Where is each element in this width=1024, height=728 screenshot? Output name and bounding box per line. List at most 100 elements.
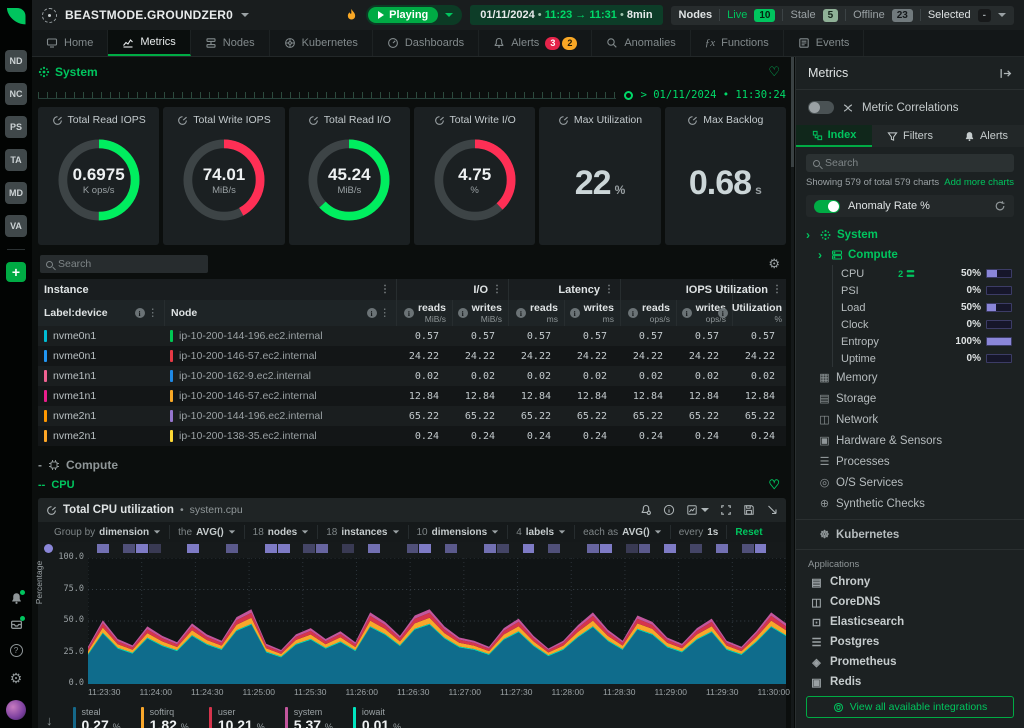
chevron-down-icon[interactable]: [445, 13, 453, 17]
time-range-picker[interactable]: 01/11/2024 • 11:23 → 11:31 • 8min: [470, 5, 662, 25]
offline-count-badge[interactable]: 23: [892, 9, 913, 22]
toolbar-chip[interactable]: 4 labels: [508, 525, 575, 539]
column-menu-icon[interactable]: ⋮: [492, 284, 502, 295]
tree-section-item[interactable]: ◫ Network: [796, 409, 1024, 430]
tree-metric-item[interactable]: Entropy 100%: [833, 333, 1024, 350]
inbox-icon[interactable]: [10, 618, 23, 631]
tree-section-item[interactable]: ▤ Storage: [796, 388, 1024, 409]
table-search-input[interactable]: [58, 258, 202, 270]
tree-section-item[interactable]: ▣ Hardware & Sensors: [796, 430, 1024, 451]
chevron-down-icon[interactable]: [154, 530, 160, 533]
device-cell[interactable]: nvme0n1: [38, 330, 164, 342]
tree-metric-item[interactable]: Load 50%: [833, 299, 1024, 316]
sidebar-search[interactable]: [806, 154, 1014, 172]
tab-alerts[interactable]: Alerts 3 2: [479, 30, 592, 56]
device-cell[interactable]: nvme2n1: [38, 430, 164, 442]
scrollbar-thumb[interactable]: [791, 57, 794, 167]
netdata-logo[interactable]: [4, 4, 28, 28]
anomaly-ribbon[interactable]: [38, 542, 786, 555]
table-row[interactable]: nvme1n1 ip-10-200-146-57.ec2.internal 12…: [38, 386, 786, 406]
info-icon[interactable]: i: [135, 308, 145, 318]
table-row[interactable]: nvme0n1 ip-10-200-146-57.ec2.internal 24…: [38, 346, 786, 366]
toolbar-chip[interactable]: every 1s: [671, 525, 728, 539]
legend-item[interactable]: iowait 0.01 %: [353, 707, 401, 728]
metric-column-header[interactable]: i writesMiB/s: [452, 300, 508, 326]
playback-control[interactable]: Playing: [366, 5, 462, 25]
tree-item-kubernetes[interactable]: ☸ Kubernetes: [796, 525, 1024, 544]
space-button[interactable]: NC: [5, 83, 27, 105]
legend-item[interactable]: user 10.21 %: [209, 707, 265, 728]
column-menu-icon[interactable]: ⋮: [380, 284, 390, 295]
toolbar-chip[interactable]: the AVG(): [170, 525, 245, 539]
chart-alert-bell-icon[interactable]: [640, 504, 652, 516]
system-section-title[interactable]: System: [38, 65, 98, 79]
chevron-down-icon[interactable]: [302, 530, 308, 533]
chevron-down-icon[interactable]: [228, 530, 234, 533]
anomaly-rate-toggle[interactable]: [814, 200, 840, 213]
chevron-down-icon[interactable]: [241, 13, 249, 17]
chevron-down-icon[interactable]: [492, 530, 498, 533]
help-icon[interactable]: ?: [10, 644, 23, 657]
tree-item-compute[interactable]: › Compute: [796, 245, 1024, 265]
flame-icon[interactable]: [345, 8, 358, 22]
metric-column-header[interactable]: i readsMiB/s: [396, 300, 452, 326]
space-button[interactable]: PS: [5, 116, 27, 138]
column-menu-icon[interactable]: ⋮: [380, 307, 391, 319]
view-integrations-button[interactable]: View all available integrations: [806, 696, 1014, 718]
settings-gear-icon[interactable]: ⚙: [10, 670, 23, 687]
toolbar-chip[interactable]: each as AVG(): [575, 525, 671, 539]
critical-alerts-badge[interactable]: 3: [545, 37, 560, 50]
device-cell[interactable]: nvme0n1: [38, 350, 164, 362]
correlations-toggle[interactable]: [808, 101, 834, 114]
tab-events[interactable]: Events: [784, 30, 865, 56]
collapse-sidebar-icon[interactable]: [999, 67, 1012, 80]
tab-nodes[interactable]: Nodes: [191, 30, 270, 56]
info-icon[interactable]: i: [570, 308, 580, 318]
col-node[interactable]: Node i⋮: [164, 300, 396, 326]
gauge-card[interactable]: Total Write I/O 4.75 %: [414, 107, 535, 245]
legend-item[interactable]: softirq 1.82 %: [141, 707, 189, 728]
info-icon[interactable]: i: [682, 308, 692, 318]
table-row[interactable]: nvme2n1 ip-10-200-144-196.ec2.internal 6…: [38, 406, 786, 426]
gauge-card[interactable]: Total Read IOPS 0.6975 K ops/s: [38, 107, 159, 245]
refresh-icon[interactable]: [994, 200, 1006, 212]
chart-info-icon[interactable]: [663, 504, 675, 516]
space-name[interactable]: BEASTMODE.GROUNDZER0: [65, 8, 233, 22]
tab-kubernetes[interactable]: Kubernetes: [270, 30, 373, 56]
application-item[interactable]: ☰ Postgres: [796, 632, 1024, 652]
group-utilization[interactable]: Utilization⋮: [732, 279, 788, 300]
chevron-down-icon[interactable]: [392, 530, 398, 533]
table-search[interactable]: [40, 255, 208, 273]
info-icon[interactable]: i: [367, 308, 377, 318]
main-scrollbar[interactable]: [791, 57, 794, 728]
chevron-down-icon[interactable]: [559, 530, 565, 533]
group-instance[interactable]: Instance⋮: [38, 279, 396, 300]
column-menu-icon[interactable]: ⋮: [772, 284, 782, 295]
table-row[interactable]: nvme1n1 ip-10-200-162-9.ec2.internal 0.0…: [38, 366, 786, 386]
chevron-expand-icon[interactable]: ›: [818, 248, 826, 262]
toolbar-chip[interactable]: Group by dimension: [46, 525, 170, 539]
collapse-dash-icon[interactable]: -: [38, 458, 42, 472]
node-cell[interactable]: ip-10-200-138-35.ec2.internal: [164, 430, 396, 442]
info-icon[interactable]: i: [404, 308, 414, 318]
compute-section-header[interactable]: - Compute: [38, 454, 786, 476]
tree-section-item[interactable]: ◎ O/S Services: [796, 472, 1024, 493]
device-cell[interactable]: nvme1n1: [38, 370, 164, 382]
space-selector-icon[interactable]: [42, 8, 57, 23]
tree-section-item[interactable]: ▦ Memory: [796, 367, 1024, 388]
drag-resize-icon[interactable]: [766, 504, 778, 516]
playing-button[interactable]: Playing: [368, 7, 438, 23]
gauge-card[interactable]: Total Write IOPS 74.01 MiB/s: [163, 107, 284, 245]
space-button[interactable]: MD: [5, 182, 27, 204]
metric-column-header[interactable]: i Utilization%: [732, 300, 788, 326]
table-row[interactable]: nvme0n1 ip-10-200-144-196.ec2.internal 0…: [38, 326, 786, 346]
application-item[interactable]: ⊡ Elasticsearch: [796, 612, 1024, 632]
application-item[interactable]: ▤ Chrony: [796, 572, 1024, 592]
sidebar-search-input[interactable]: [825, 157, 1007, 169]
toolbar-chip[interactable]: 18 nodes: [245, 525, 319, 539]
column-menu-icon[interactable]: ⋮: [148, 307, 159, 319]
node-cell[interactable]: ip-10-200-144-196.ec2.internal: [164, 330, 396, 342]
legend-scroll-arrow-icon[interactable]: ↓: [46, 713, 53, 728]
device-cell[interactable]: nvme2n1: [38, 410, 164, 422]
tab-index[interactable]: Index: [796, 125, 872, 147]
